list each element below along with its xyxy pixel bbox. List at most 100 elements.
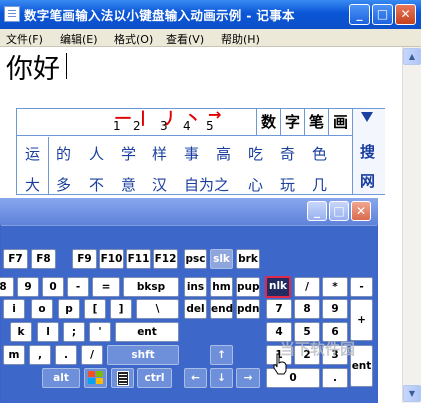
key-quote[interactable]: ' <box>89 322 111 342</box>
key-backslash[interactable]: \ <box>136 299 179 319</box>
menu-edit[interactable]: 编辑(E) <box>60 31 98 47</box>
stroke-pie[interactable]: 丿3 <box>160 108 180 135</box>
scroll-up-icon[interactable]: ▲ <box>403 48 421 65</box>
key-o[interactable]: o <box>31 299 53 319</box>
key-backspace[interactable]: bksp <box>123 277 179 297</box>
key-left-bracket[interactable]: [ <box>84 299 106 319</box>
key-period[interactable]: . <box>55 345 77 365</box>
candidate-row1-5[interactable]: 样 <box>152 143 167 164</box>
notepad-icon <box>4 6 20 22</box>
key-i[interactable]: i <box>3 299 25 319</box>
net-button[interactable]: 网 <box>360 170 375 191</box>
candidate-row2-3[interactable]: 不 <box>89 174 104 195</box>
candidate-row1-1[interactable]: 运 <box>25 143 40 164</box>
candidate-row1-7[interactable]: 高 <box>216 143 231 164</box>
key-k[interactable]: k <box>10 322 32 342</box>
arrow-down-icon[interactable]: ↓ <box>210 368 233 388</box>
key-right-bracket[interactable]: ] <box>110 299 132 319</box>
dropdown-arrow-icon[interactable] <box>361 112 373 122</box>
candidate-row2-5[interactable]: 汉 <box>152 174 167 195</box>
key-alt[interactable]: alt <box>42 368 80 388</box>
key-end[interactable]: end <box>210 299 233 319</box>
arrow-right-icon[interactable]: → <box>236 368 260 388</box>
menu-file[interactable]: 文件(F) <box>6 31 43 47</box>
key-ctrl[interactable]: ctrl <box>137 368 172 388</box>
candidate-row1-6[interactable]: 事 <box>184 143 199 164</box>
menu-key-icon[interactable] <box>111 368 134 388</box>
key-psc[interactable]: psc <box>184 249 207 269</box>
key-nlk[interactable]: nlk <box>265 276 291 298</box>
arrow-up-icon[interactable]: ↑ <box>210 345 233 365</box>
close-button[interactable]: ✕ <box>395 4 416 25</box>
candidate-row1-8[interactable]: 吃 <box>248 143 263 164</box>
search-button[interactable]: 搜 <box>360 141 375 162</box>
maximize-button[interactable]: □ <box>372 4 393 25</box>
key-m[interactable]: m <box>3 345 25 365</box>
mode-bi[interactable]: 笔 <box>304 109 328 136</box>
key-f10[interactable]: F10 <box>99 249 124 269</box>
menu-format[interactable]: 格式(O) <box>114 31 153 47</box>
vertical-scrollbar[interactable] <box>402 47 421 403</box>
stroke-dian[interactable]: 丶4 <box>183 108 203 135</box>
arrow-left-icon[interactable]: ← <box>184 368 207 388</box>
kb-minimize-button[interactable]: _ <box>307 201 327 221</box>
key-numpad-8[interactable]: 8 <box>294 299 320 319</box>
key-f9[interactable]: F9 <box>72 249 97 269</box>
candidate-row1-9[interactable]: 奇 <box>280 143 295 164</box>
key-del[interactable]: del <box>184 299 207 319</box>
stroke-shu[interactable]: 丨2 <box>133 108 153 135</box>
key-f12[interactable]: F12 <box>153 249 178 269</box>
candidate-row1-10[interactable]: 色 <box>312 143 327 164</box>
key-slash[interactable]: / <box>81 345 103 365</box>
key-multiply[interactable]: * <box>322 277 348 297</box>
kb-maximize-button[interactable]: □ <box>329 201 349 221</box>
key-shift[interactable]: shft <box>107 345 179 365</box>
candidate-row2-4[interactable]: 意 <box>121 174 136 195</box>
candidate-row2-2[interactable]: 多 <box>56 174 71 195</box>
windows-key-icon[interactable] <box>84 368 107 388</box>
key-pdn[interactable]: pdn <box>236 299 260 319</box>
stroke-heng[interactable]: 一1 <box>113 108 133 135</box>
mode-shu[interactable]: 数 <box>256 109 280 136</box>
key-f8[interactable]: F8 <box>31 249 56 269</box>
key-9[interactable]: 9 <box>17 277 39 297</box>
candidate-row2-6[interactable]: 自为之 <box>184 174 229 195</box>
kb-close-button[interactable]: ✕ <box>351 201 371 221</box>
key-p[interactable]: p <box>58 299 80 319</box>
key-0[interactable]: 0 <box>42 277 64 297</box>
key-8[interactable]: 8 <box>0 277 14 297</box>
key-f7[interactable]: F7 <box>3 249 28 269</box>
candidate-row1-2[interactable]: 的 <box>56 143 71 164</box>
key-divide[interactable]: / <box>294 277 320 297</box>
key-numpad-decimal[interactable]: . <box>322 368 348 388</box>
candidate-row2-1[interactable]: 大 <box>25 174 40 195</box>
candidate-row2-9[interactable]: 几 <box>312 174 327 195</box>
key-equals[interactable]: = <box>92 277 120 297</box>
candidate-row1-3[interactable]: 人 <box>89 143 104 164</box>
key-ins[interactable]: ins <box>184 277 207 297</box>
menu-view[interactable]: 查看(V) <box>166 31 204 47</box>
mode-hua[interactable]: 画 <box>328 109 352 136</box>
key-numpad-7[interactable]: 7 <box>266 299 292 319</box>
key-numpad-minus[interactable]: - <box>350 277 373 297</box>
minimize-button[interactable]: _ <box>349 4 370 25</box>
key-pup[interactable]: pup <box>236 277 260 297</box>
scroll-down-icon[interactable]: ▼ <box>403 385 421 402</box>
key-slk[interactable]: slk <box>210 249 233 269</box>
candidate-row2-7[interactable]: 心 <box>248 174 263 195</box>
key-brk[interactable]: brk <box>236 249 260 269</box>
key-numpad-9[interactable]: 9 <box>322 299 348 319</box>
mode-zi[interactable]: 字 <box>280 109 304 136</box>
key-l[interactable]: l <box>37 322 59 342</box>
key-hm[interactable]: hm <box>210 277 233 297</box>
key-numpad-plus[interactable]: + <box>350 299 373 341</box>
candidate-row1-4[interactable]: 学 <box>121 143 136 164</box>
key-f11[interactable]: F11 <box>126 249 151 269</box>
key-comma[interactable]: , <box>29 345 51 365</box>
key-minus[interactable]: - <box>67 277 89 297</box>
menu-help[interactable]: 帮助(H) <box>221 31 260 47</box>
key-enter[interactable]: ent <box>115 322 179 342</box>
candidate-row2-8[interactable]: 玩 <box>280 174 295 195</box>
key-semicolon[interactable]: ; <box>63 322 85 342</box>
stroke-zhe[interactable]: → 5 <box>206 105 226 135</box>
